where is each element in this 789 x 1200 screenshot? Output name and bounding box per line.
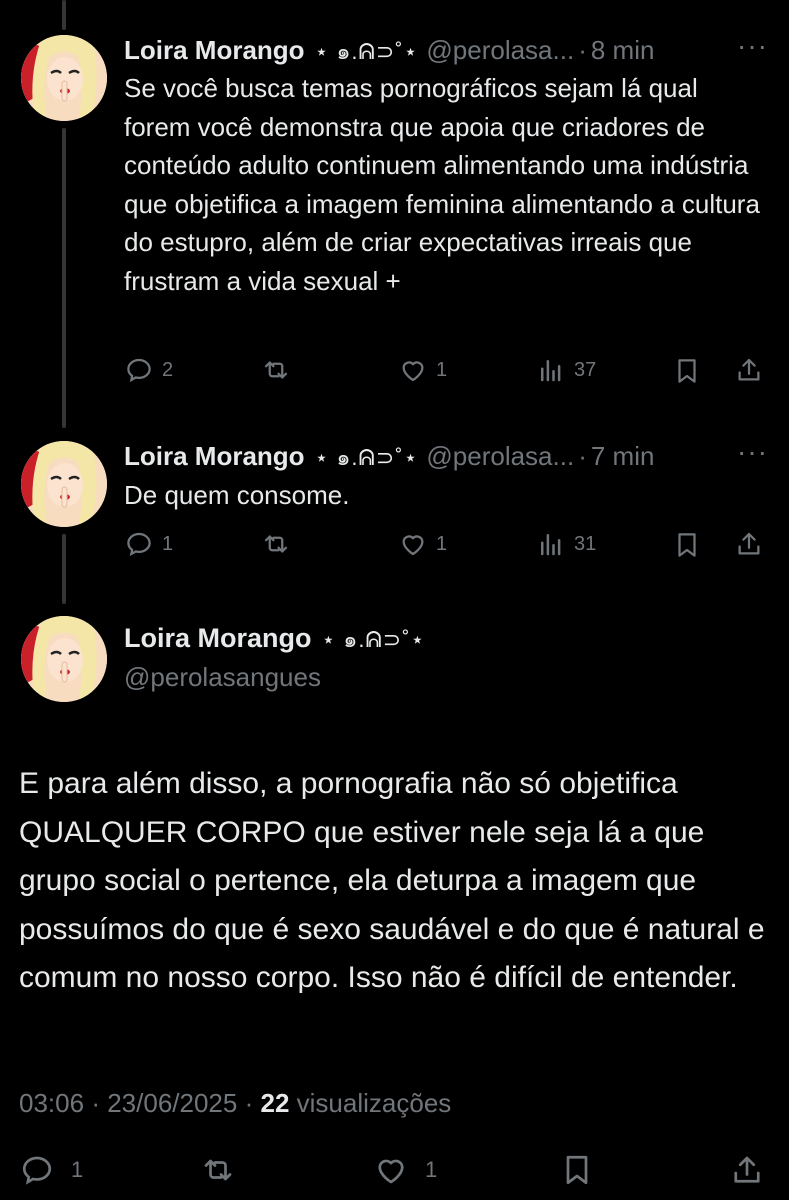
name-decoration: ⋆ ๑.ᕱ⊃˚⋆ [314, 445, 419, 470]
bookmark-icon [566, 1155, 588, 1185]
like-count: 1 [425, 1157, 438, 1182]
thread-line-1 [62, 128, 66, 428]
author-row: Loira Morango ⋆ ๑.ᕱ⊃˚⋆ [124, 622, 425, 657]
author-name[interactable]: Loira Morango [124, 441, 305, 472]
tweet-actions: 1 1 31 [124, 529, 774, 569]
author-name[interactable]: Loira Morango [124, 35, 305, 66]
views-count: 31 [574, 532, 597, 555]
avatar-illustration [21, 35, 107, 121]
share-button[interactable] [729, 1152, 765, 1188]
retweet-icon [264, 361, 288, 379]
like-icon [378, 1159, 404, 1184]
bookmark-icon [678, 533, 696, 557]
tweet-text: Se você busca temas pornográficos sejam … [124, 73, 760, 296]
reply-button[interactable]: 2 [124, 355, 173, 385]
author-handle[interactable]: @perolasa... [426, 35, 574, 66]
like-button[interactable]: 1 [398, 529, 447, 559]
reply-icon [127, 358, 151, 383]
reply-count: 1 [71, 1157, 84, 1182]
main-tweet-text: E para além disso, a pornografia não só … [19, 767, 765, 994]
view-label: visualizações [296, 1088, 452, 1118]
bookmark-button[interactable] [559, 1150, 595, 1190]
share-icon [738, 532, 760, 555]
share-button[interactable] [734, 529, 764, 559]
bookmark-button[interactable] [672, 529, 702, 561]
views-count: 37 [574, 358, 597, 381]
views-icon [541, 534, 561, 556]
retweet-icon [264, 535, 288, 553]
more-options-icon[interactable]: ··· [737, 436, 768, 468]
tweet-actions: 2 1 37 [124, 355, 774, 395]
author-name[interactable]: Loira Morango [124, 623, 312, 654]
bookmark-button[interactable] [672, 355, 702, 387]
author-handle[interactable]: @perolasa... [426, 441, 574, 472]
post-time[interactable]: 03:06 [19, 1088, 84, 1118]
separator: · [578, 35, 587, 65]
thread-line-top [62, 0, 66, 30]
like-icon [402, 535, 424, 556]
views-icon [541, 360, 561, 382]
name-decoration: ⋆ ๑.ᕱ⊃˚⋆ [314, 39, 419, 64]
tweet-header: Loira Morango ⋆ ๑.ᕱ⊃˚⋆ @perolasa... · 7 … [124, 440, 654, 475]
avatar-illustration [21, 616, 107, 702]
thread-line-2 [62, 534, 66, 604]
author-handle[interactable]: @perolasangues [124, 662, 321, 693]
tweet-text: De quem consome. [124, 480, 350, 510]
tweet-meta: 03:06 · 23/06/2025 · 22 visualizações [19, 1088, 451, 1119]
avatar[interactable] [21, 441, 107, 527]
reply-count: 2 [162, 358, 174, 381]
share-button[interactable] [734, 355, 764, 385]
like-button[interactable]: 1 [398, 355, 447, 385]
avatar[interactable] [21, 616, 107, 702]
retweet-icon [204, 1159, 232, 1181]
like-count: 1 [436, 358, 448, 381]
reply-icon [22, 1156, 52, 1185]
separator: · [244, 1088, 254, 1118]
post-date[interactable]: 23/06/2025 [107, 1088, 237, 1118]
tweet-header: Loira Morango ⋆ ๑.ᕱ⊃˚⋆ @perolasa... · 8 … [124, 34, 654, 69]
name-decoration: ⋆ ๑.ᕱ⊃˚⋆ [321, 627, 426, 652]
separator: · [578, 441, 587, 471]
avatar-illustration [21, 441, 107, 527]
like-icon [402, 361, 424, 382]
retweet-button[interactable] [260, 529, 292, 559]
more-options-icon[interactable]: ··· [737, 30, 768, 62]
timestamp[interactable]: 7 min [591, 441, 655, 472]
reply-icon [127, 532, 151, 557]
retweet-button[interactable] [260, 355, 292, 385]
main-tweet-actions: 1 1 [19, 1150, 769, 1194]
share-icon [738, 358, 760, 381]
avatar[interactable] [21, 35, 107, 121]
views-button[interactable]: 31 [536, 529, 596, 559]
views-button[interactable]: 37 [536, 355, 596, 385]
share-icon [734, 1156, 760, 1183]
retweet-button[interactable] [199, 1152, 237, 1188]
like-button[interactable]: 1 [373, 1152, 437, 1188]
view-count: 22 [260, 1088, 290, 1118]
reply-button[interactable]: 1 [19, 1152, 83, 1188]
timestamp[interactable]: 8 min [591, 35, 655, 66]
reply-count: 1 [162, 532, 174, 555]
bookmark-icon [678, 359, 696, 383]
like-count: 1 [436, 532, 448, 555]
separator: · [91, 1088, 100, 1118]
reply-button[interactable]: 1 [124, 529, 173, 559]
